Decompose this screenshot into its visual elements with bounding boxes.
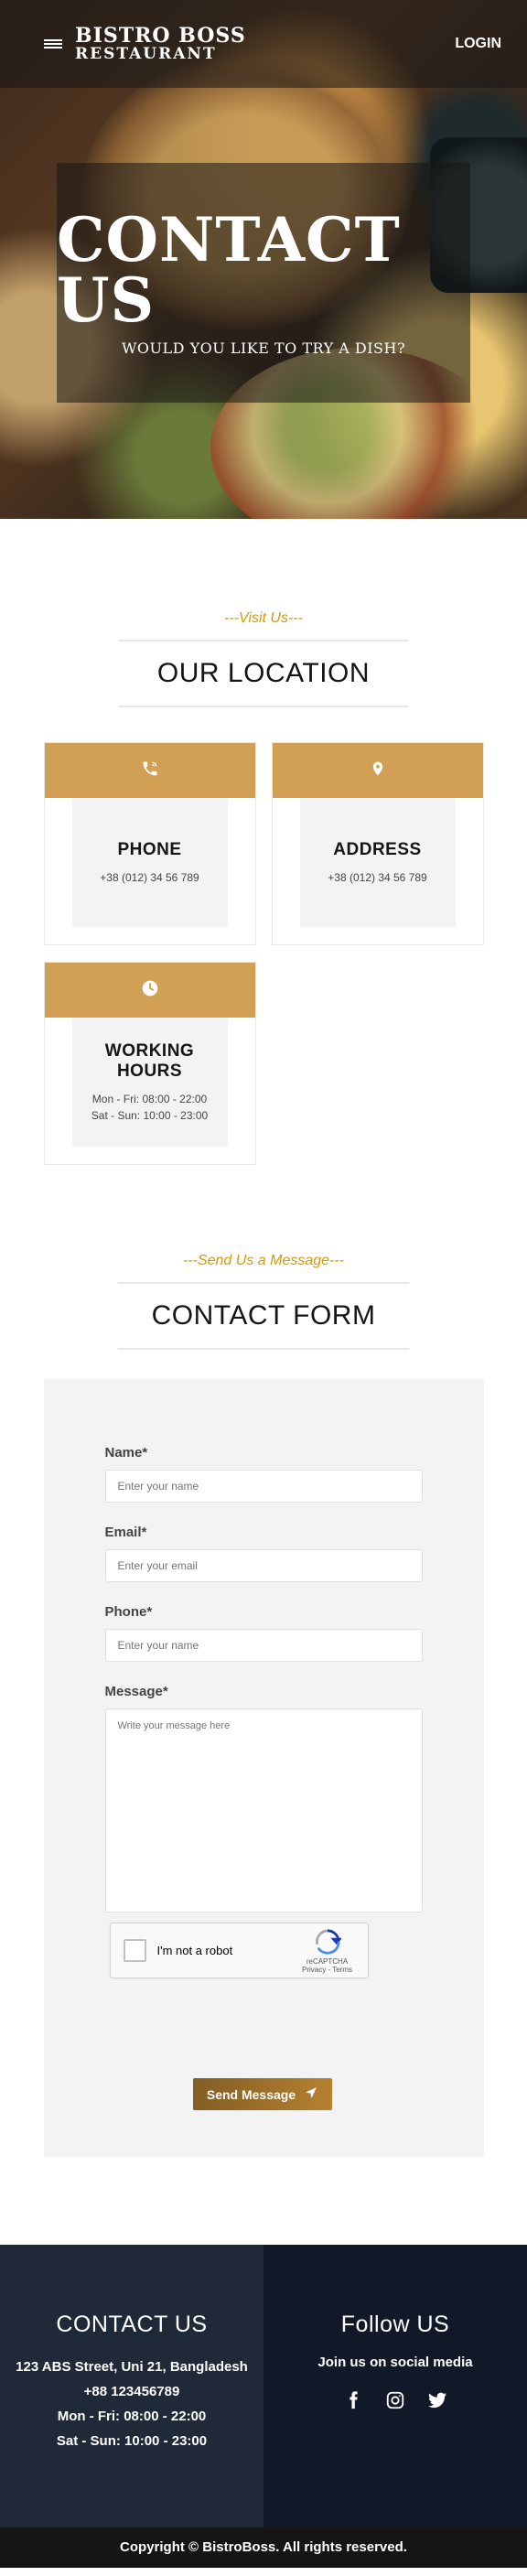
copyright-bar: Copyright © BistroBoss. All rights reser… — [0, 2527, 527, 2568]
recaptcha-logo-icon — [314, 1928, 342, 1956]
hero-subtitle: WOULD YOU LIKE TO TRY A DISH? — [121, 339, 406, 357]
location-heading: ---Visit Us--- OUR LOCATION — [118, 610, 409, 707]
footer-contact-heading: CONTACT US — [56, 2312, 208, 2337]
paper-plane-icon — [305, 2086, 317, 2102]
working-hours-card: WORKING HOURS Mon - Fri: 08:00 - 22:00 S… — [43, 962, 256, 1165]
message-textarea[interactable] — [104, 1708, 423, 1913]
contact-section: ---Send Us a Message--- CONTACT FORM Nam… — [0, 1165, 527, 2157]
section-title: CONTACT FORM — [118, 1282, 409, 1350]
card-text: Sat - Sun: 10:00 - 23:00 — [91, 1108, 209, 1122]
contact-form: Name* Email* Phone* Message* I'm not a r… — [43, 1379, 484, 2157]
card-header — [44, 743, 255, 798]
card-header — [272, 743, 483, 798]
section-subheading: ---Visit Us--- — [224, 610, 303, 626]
address-card: ADDRESS +38 (012) 34 56 789 — [271, 742, 484, 945]
phone-field-group: Phone* — [104, 1604, 423, 1662]
phone-card: PHONE +38 (012) 34 56 789 — [43, 742, 256, 945]
card-body: PHONE +38 (012) 34 56 789 — [71, 798, 228, 927]
location-section: ---Visit Us--- OUR LOCATION PHONE +38 (0… — [0, 519, 527, 1165]
footer-contact: CONTACT US 123 ABS Street, Uni 21, Bangl… — [0, 2245, 264, 2527]
card-title: PHONE — [117, 839, 182, 859]
card-body: WORKING HOURS Mon - Fri: 08:00 - 22:00 S… — [71, 1018, 228, 1147]
card-text: Mon - Fri: 08:00 - 22:00 — [91, 1092, 208, 1105]
send-message-label: Send Message — [206, 2086, 296, 2102]
email-field-group: Email* — [104, 1525, 423, 1582]
card-title: ADDRESS — [333, 839, 422, 859]
card-header — [44, 963, 255, 1018]
phone-label: Phone* — [104, 1604, 153, 1620]
hero-title: CONTACT US — [57, 203, 401, 336]
twitter-icon[interactable] — [427, 2390, 447, 2410]
footer: CONTACT US 123 ABS Street, Uni 21, Bangl… — [0, 2245, 527, 2527]
footer-follow-text: Join us on social media — [317, 2355, 473, 2370]
hamburger-menu-icon[interactable] — [44, 37, 62, 51]
recaptcha-label: I'm not a robot — [156, 1944, 233, 1957]
section-subheading: ---Send Us a Message--- — [182, 1253, 345, 1268]
message-label: Message* — [104, 1684, 168, 1699]
name-field-group: Name* — [104, 1445, 423, 1503]
card-title: WORKING HOURS — [104, 1040, 195, 1081]
navbar: BISTRO BOSS RESTAURANT LOGIN — [0, 0, 527, 88]
card-text: +38 (012) 34 56 789 — [100, 870, 199, 884]
email-label: Email* — [104, 1525, 147, 1540]
contact-heading: ---Send Us a Message--- CONTACT FORM — [118, 1253, 409, 1350]
recaptcha-widget: I'm not a robot reCAPTCHA Privacy - Term… — [109, 1923, 369, 1978]
login-button[interactable]: LOGIN — [455, 36, 501, 52]
location-cards: PHONE +38 (012) 34 56 789 ADDRESS +38 (0… — [43, 742, 484, 1165]
brand-name: BISTRO BOSS — [75, 23, 246, 48]
location-pin-icon — [370, 760, 386, 782]
phone-icon — [141, 760, 159, 782]
name-label: Name* — [104, 1445, 148, 1460]
card-body: ADDRESS +38 (012) 34 56 789 — [299, 798, 456, 927]
email-input[interactable] — [104, 1549, 423, 1582]
phone-input[interactable] — [104, 1629, 423, 1662]
footer-phone: +88 123456789 — [83, 2384, 180, 2399]
clock-icon — [141, 979, 159, 1002]
footer-follow-heading: Follow US — [340, 2312, 450, 2337]
hero-overlay: CONTACT US WOULD YOU LIKE TO TRY A DISH? — [57, 163, 470, 403]
footer-address: 123 ABS Street, Uni 21, Bangladesh — [16, 2359, 248, 2375]
social-links — [264, 2390, 527, 2410]
footer-hours-weekend: Sat - Sun: 10:00 - 23:00 — [56, 2433, 208, 2449]
message-field-group: Message* — [104, 1684, 423, 1917]
footer-hours-weekday: Mon - Fri: 08:00 - 22:00 — [57, 2409, 207, 2424]
facebook-icon[interactable] — [343, 2390, 363, 2410]
recaptcha-branding: reCAPTCHA Privacy - Terms — [300, 1928, 355, 1974]
brand-logo[interactable]: BISTRO BOSS RESTAURANT — [75, 23, 246, 63]
recaptcha-checkbox[interactable] — [123, 1939, 146, 1962]
recaptcha-brand: reCAPTCHA — [306, 1956, 349, 1966]
brand-tagline: RESTAURANT — [75, 44, 217, 63]
name-input[interactable] — [104, 1470, 423, 1503]
footer-social: Follow US Join us on social media — [264, 2245, 527, 2527]
instagram-icon[interactable] — [385, 2390, 405, 2410]
card-text: +38 (012) 34 56 789 — [328, 870, 427, 884]
send-message-button[interactable]: Send Message — [192, 2078, 332, 2110]
section-title: OUR LOCATION — [118, 640, 409, 707]
recaptcha-links[interactable]: Privacy - Terms — [300, 1966, 355, 1974]
